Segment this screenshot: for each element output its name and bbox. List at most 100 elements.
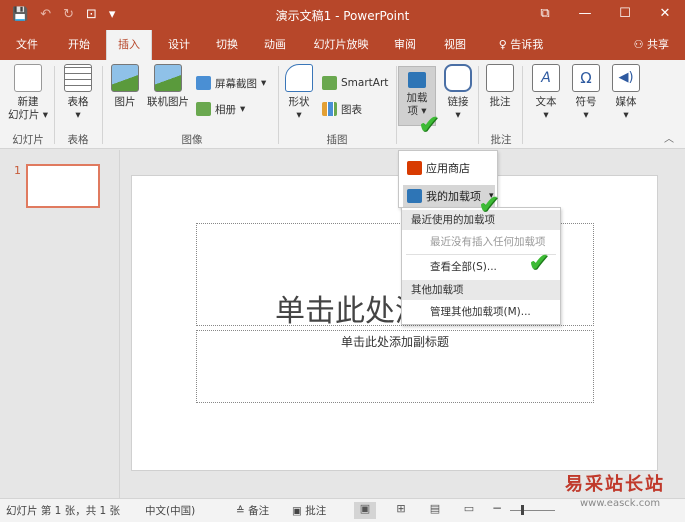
share-label: 共享 [647,38,669,51]
chart-label: 图表 [341,103,362,116]
comment-icon [486,64,514,92]
tab-insert[interactable]: 插入 [106,30,152,60]
slide-thumbnail[interactable] [26,164,100,208]
subtitle-placeholder-text: 单击此处添加副标题 [340,335,449,349]
table-button[interactable]: 表格 ▾ [60,64,96,122]
window-controls: ⧉ — ☐ ✕ [525,0,685,30]
shapes-label: 形状 [288,96,310,108]
check-mark-icon: ✔ [478,190,500,220]
menu-item-see-all[interactable]: 查看全部(S)... [430,257,497,277]
zoom-slider[interactable] [510,510,555,511]
album-button[interactable]: 相册 ▾ [196,100,245,118]
tab-tell-me[interactable]: ♀ 告诉我 [486,30,556,60]
symbols-button[interactable]: Ω 符号 ▾ [568,64,604,122]
screenshot-button[interactable]: 屏幕截图 ▾ [196,74,266,92]
speaker-icon: ◀) [612,64,640,92]
comment-icon: ▣ [292,505,306,517]
online-picture-label: 联机图片 [147,96,189,108]
zoom-slider-handle[interactable] [521,505,524,515]
tab-home[interactable]: 开始 [56,30,102,60]
my-addins-label: 我的加载项 [426,190,481,203]
chart-button[interactable]: 图表 [322,100,362,118]
slide-sorter-icon[interactable]: ⊞ [390,502,412,519]
person-icon: ⚇ [633,38,647,51]
media-label: 媒体 [615,96,637,108]
album-label: 相册 [215,103,236,116]
links-label: 链接 [447,96,469,108]
group-label-tables: 表格 [67,134,89,146]
comment-button[interactable]: 批注 [482,64,518,109]
slide-number: 1 [14,164,21,177]
zoom-out-icon[interactable]: − [492,501,502,515]
online-picture-button[interactable]: 联机图片 [144,64,192,109]
store-icon [407,161,422,175]
group-divider [54,66,55,144]
my-addins-icon [407,189,422,203]
text-label: 文本 [535,96,557,108]
tab-design[interactable]: 设计 [156,30,202,60]
ribbon-tabs: 文件 开始 插入 设计 切换 动画 幻灯片放映 审阅 视图 ♀ 告诉我 ⚇ 共享 [0,30,685,60]
reading-view-icon[interactable]: ▤ [424,502,446,519]
screenshot-label: 屏幕截图 [215,77,257,90]
group-label-comments: 批注 [490,134,512,146]
chart-icon [322,102,337,116]
maximize-button[interactable]: ☐ [605,0,645,30]
title-bar: 💾 ↶ ↻ ⊡ ▾ 演示文稿1 - PowerPoint ⧉ — ☐ ✕ [0,0,685,30]
group-divider [396,66,397,144]
minimize-button[interactable]: — [565,0,605,30]
language-indicator[interactable]: 中文(中国) [145,503,195,518]
smartart-icon [322,76,337,90]
picture-icon [111,64,139,92]
slide-counter: 幻灯片 第 1 张，共 1 张 [6,505,121,517]
text-button[interactable]: A 文本 ▾ [528,64,564,122]
new-slide-label-2: 幻灯片 [7,109,40,121]
table-icon [64,64,92,92]
new-slide-label: 新建 [17,96,39,108]
menu-item-store[interactable]: 应用商店 [403,157,495,179]
tab-slideshow[interactable]: 幻灯片放映 [306,30,376,60]
check-mark-icon: ✔ [528,248,550,278]
group-divider [278,66,279,144]
group-label-illustrations: 插图 [326,134,348,146]
share-button[interactable]: ⚇ 共享 [628,34,675,56]
symbols-label: 符号 [575,96,597,108]
media-button[interactable]: ◀) 媒体 ▾ [608,64,644,122]
text-box-icon: A [532,64,560,92]
watermark-logo: 易采站长站 [565,474,665,495]
notes-button[interactable]: ≙ 备注 [236,503,269,518]
picture-label: 图片 [114,96,136,108]
new-slide-icon [14,64,42,92]
smartart-button[interactable]: SmartArt [322,74,388,92]
lightbulb-icon: ♀ [498,38,511,51]
ribbon-display-icon[interactable]: ⧉ [525,0,565,30]
tell-me-label: 告诉我 [510,38,544,51]
normal-view-icon[interactable]: ▣ [354,502,376,519]
close-button[interactable]: ✕ [645,0,685,30]
group-label-slides: 幻灯片 [12,134,44,146]
addins-label-2: 项 [407,105,418,117]
picture-button[interactable]: 图片 [108,64,142,109]
album-icon [196,102,211,116]
links-button[interactable]: 链接 ▾ [440,64,476,122]
tab-transitions[interactable]: 切换 [204,30,250,60]
subtitle-placeholder[interactable]: 单击此处添加副标题 [196,330,594,403]
comments-button[interactable]: ▣ 批注 [292,503,326,518]
group-divider [102,66,103,144]
addins-icon [408,72,426,88]
notes-icon: ≙ [236,505,249,517]
shapes-icon [285,64,313,92]
tab-animations[interactable]: 动画 [252,30,298,60]
smartart-label: SmartArt [341,77,389,89]
group-label-images: 图像 [181,134,203,146]
tab-view[interactable]: 视图 [432,30,478,60]
shapes-button[interactable]: 形状 ▾ [282,64,316,122]
collapse-ribbon-icon[interactable]: ︿ [664,130,674,145]
table-label: 表格 [67,96,89,108]
tab-review[interactable]: 审阅 [382,30,428,60]
tab-file[interactable]: 文件 [4,30,50,60]
store-label: 应用商店 [426,162,470,175]
menu-item-manage-other[interactable]: 管理其他加载项(M)... [430,302,531,322]
new-slide-button[interactable]: 新建 幻灯片 ▾ [6,64,50,122]
slideshow-view-icon[interactable]: ▭ [458,502,480,519]
group-divider [522,66,523,144]
